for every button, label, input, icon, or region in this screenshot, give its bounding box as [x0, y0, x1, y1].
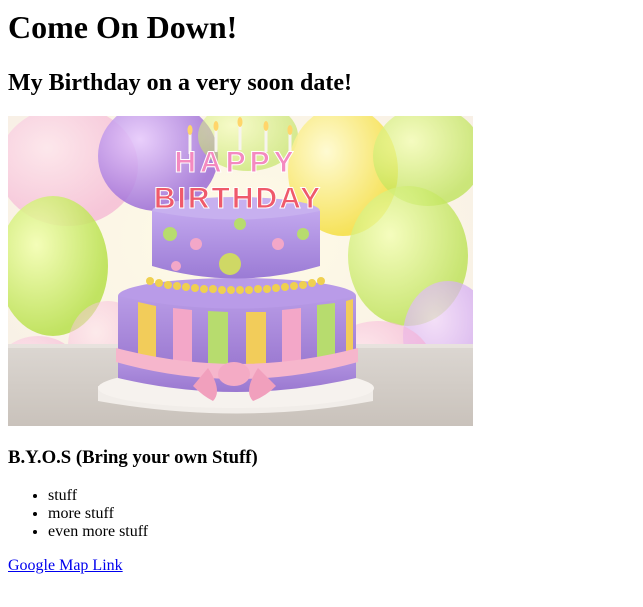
birthday-cake-image: HAPPY BIRTHDAY	[8, 116, 473, 426]
stuff-list: stuff more stuff even more stuff	[8, 487, 635, 541]
list-item: stuff	[48, 487, 635, 505]
cake-topper-happy: HAPPY	[174, 146, 297, 179]
page: Come On Down! My Birthday on a very soon…	[0, 9, 643, 575]
page-title: Come On Down!	[8, 9, 238, 45]
list-item: even more stuff	[48, 523, 635, 541]
google-map-link[interactable]: Google Map Link	[8, 557, 123, 575]
cake-topper-birthday: BIRTHDAY	[154, 182, 322, 215]
byos-heading: B.Y.O.S (Bring your own Stuff)	[8, 447, 258, 468]
page-subtitle: My Birthday on a very soon date!	[8, 70, 352, 96]
list-item: more stuff	[48, 505, 635, 523]
